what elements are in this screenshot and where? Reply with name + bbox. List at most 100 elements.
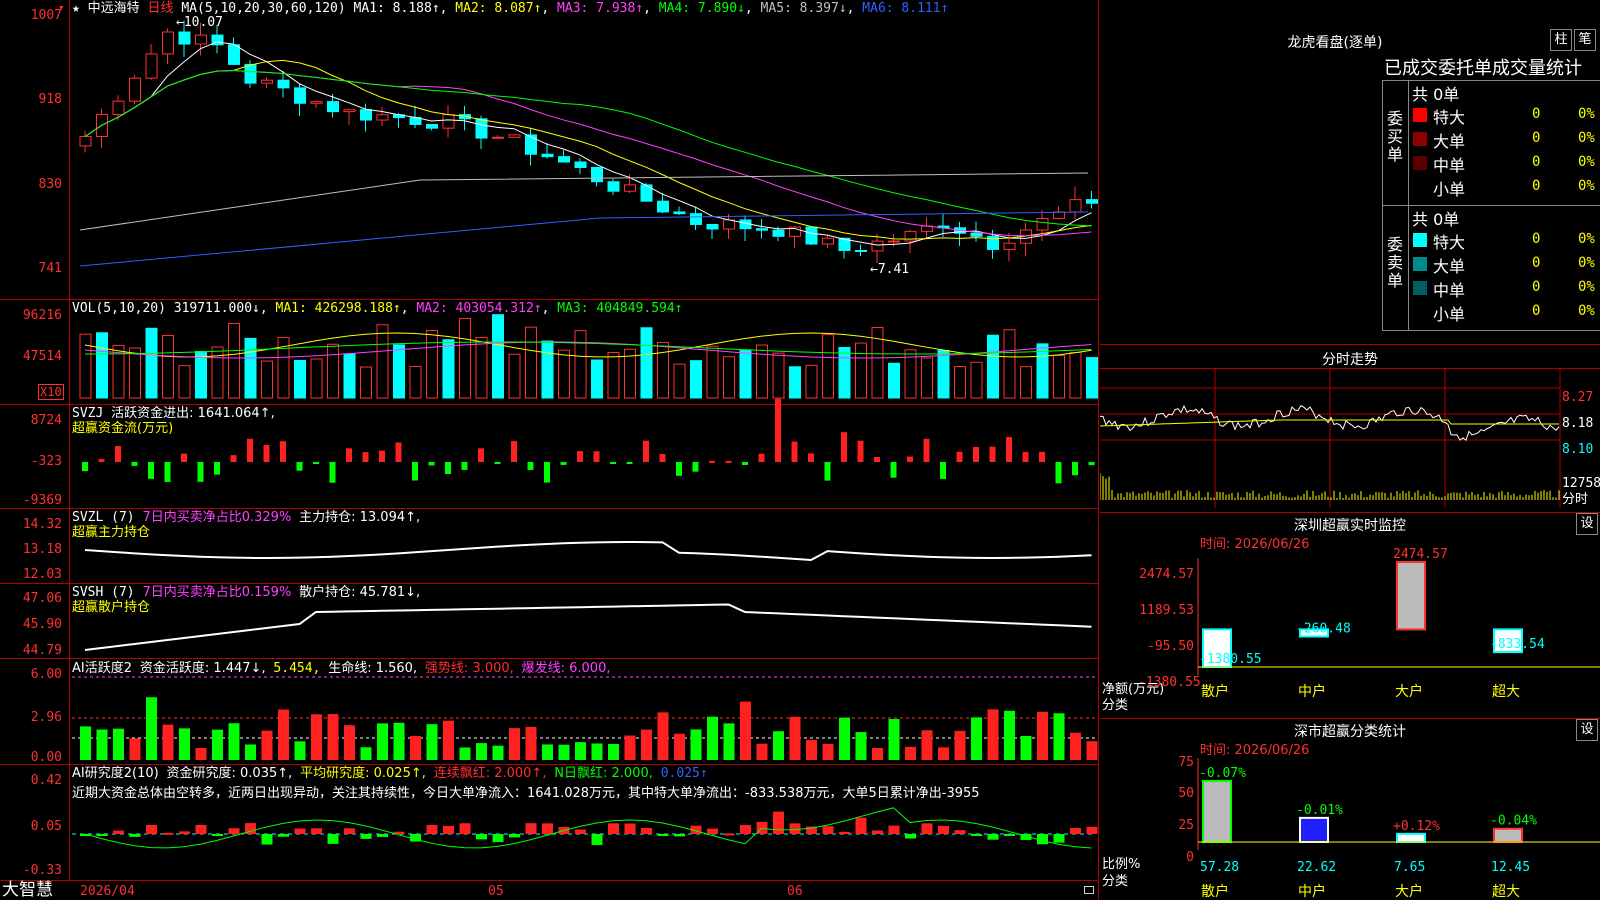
sell-row-name: 大单	[1433, 257, 1466, 276]
bar-ratio-label: 57.28	[1200, 860, 1239, 875]
svzj-bar	[214, 462, 220, 475]
intraday-axis-mid: 8.18	[1562, 416, 1594, 431]
volume-bar	[987, 334, 999, 399]
candle-body	[1086, 199, 1098, 204]
volume-bar	[492, 314, 504, 399]
ai-active-bar	[377, 723, 388, 760]
ai-research-bar	[113, 830, 124, 834]
bar-value-label: -0.07%	[1199, 766, 1246, 781]
ai-research-bar	[212, 834, 223, 836]
svzj-bar	[329, 462, 336, 483]
ai-research-bar	[344, 828, 355, 834]
svzj-bar	[544, 462, 550, 483]
svzj-bar	[494, 462, 501, 464]
bar-ratio-label: 22.62	[1297, 860, 1336, 875]
lock-icon[interactable]	[1084, 886, 1094, 894]
volume-bar	[310, 358, 323, 399]
ai-active-bar	[443, 720, 454, 760]
volume-bar	[442, 339, 455, 399]
volume-bar	[79, 333, 92, 399]
svzj-axis-bot: -9369	[22, 493, 62, 508]
ai-research-bar	[377, 834, 388, 837]
intraday-title: 分时走势	[1322, 352, 1378, 368]
svzj-bar	[1055, 462, 1062, 484]
ai-research-d: N日飘红: 2.000,	[554, 766, 653, 781]
ai-research-bar	[179, 831, 190, 834]
ai-active-bar	[756, 743, 768, 760]
ai-active-bar	[459, 747, 471, 760]
volume-bar	[393, 344, 405, 399]
svzj-bar	[313, 462, 319, 464]
ma4-value: MA4: 7.890↓	[658, 1, 745, 16]
ai-active-bar	[426, 724, 438, 760]
ai-research-bar	[146, 825, 157, 834]
svzj-bar	[923, 438, 930, 462]
volume-bar	[937, 349, 950, 399]
candle-body	[574, 161, 587, 168]
volume-bar	[211, 346, 224, 399]
bar-value-label: 2474.57	[1393, 547, 1448, 562]
ai-research-bar	[162, 832, 174, 835]
bar-3	[1493, 827, 1523, 844]
bar-value-label: -260.48	[1296, 621, 1351, 636]
svzj-bar	[907, 456, 913, 462]
volume-bar	[343, 353, 356, 399]
ai-active-c: 生命线: 1.560,	[328, 661, 418, 676]
buy-total: 共 0单	[1412, 85, 1460, 104]
volume-bar	[178, 365, 191, 399]
ai-active-bar	[1053, 713, 1065, 760]
vol-title: VOL(5,10,20)	[72, 301, 166, 316]
ai-active-bar	[113, 728, 124, 760]
ai-research-axis-mid: 0.05	[30, 819, 62, 834]
ai-research-bar	[509, 834, 520, 838]
period-label[interactable]: 日线	[148, 1, 174, 16]
candle-body	[162, 31, 174, 55]
lhb-tick-button[interactable]: 笔	[1574, 29, 1596, 51]
candle-body	[343, 109, 356, 113]
ai-active-bar	[129, 738, 141, 760]
buy-row-pct: 0%	[1578, 106, 1595, 122]
sell-row-name: 特大	[1433, 233, 1466, 252]
ai-active-bar	[245, 744, 256, 760]
ai-research-bar	[971, 834, 982, 836]
ai-active-bar	[608, 743, 619, 760]
svzj-bar	[593, 451, 600, 462]
candle-body	[277, 79, 290, 89]
ai-research-bar	[872, 830, 883, 834]
ai-active-bar	[987, 709, 999, 760]
vol-axis-top: 96216	[22, 308, 62, 323]
ma6-line	[79, 211, 1089, 267]
main-chart-area[interactable]: ★ 中远海特 日线 MA(5,10,20,30,60,120) MA1: 8.1…	[0, 0, 1100, 900]
ai-active-bar	[1070, 732, 1081, 760]
ai-active-bar	[393, 722, 405, 760]
volume-bar	[970, 361, 983, 399]
ai-active-bar	[723, 723, 735, 760]
lhb-column-button[interactable]: 柱	[1550, 29, 1572, 51]
candle-body	[772, 229, 785, 237]
intraday-axis-top: 8.27	[1562, 390, 1594, 405]
ai-research-a: 资金研究度: 0.035↑,	[166, 766, 293, 781]
candle-body	[525, 134, 537, 155]
favorite-star-icon[interactable]: ★	[72, 1, 80, 16]
ai-active-bar	[146, 697, 157, 760]
ai-active-bar	[806, 739, 817, 760]
sz-stats-chart: -0.07% 散户 -0.01% 中户 +0.12% 大户 -0.04% 超大 57.28 22.…	[1197, 758, 1600, 900]
category-label: 散户	[1201, 883, 1229, 900]
sell-swatch-0	[1413, 233, 1427, 247]
volume-bar	[855, 342, 867, 399]
svzj-bar	[1088, 462, 1095, 466]
volume-bar	[888, 362, 900, 399]
candle-body	[178, 31, 191, 45]
svzj-bar	[758, 453, 765, 462]
volume-bar	[690, 360, 702, 399]
svzj-title: SVZJ	[72, 406, 104, 421]
intraday-chart[interactable]	[1100, 368, 1600, 508]
ai-research-bar	[311, 828, 322, 834]
ai-active-bar	[938, 747, 949, 760]
buy-swatch-1	[1413, 132, 1427, 146]
ai-research-bar	[822, 826, 834, 834]
sell-row-name: 中单	[1433, 281, 1466, 300]
candle-body	[112, 100, 125, 115]
volume-bar	[426, 329, 438, 399]
ai-active-bar	[492, 745, 504, 760]
